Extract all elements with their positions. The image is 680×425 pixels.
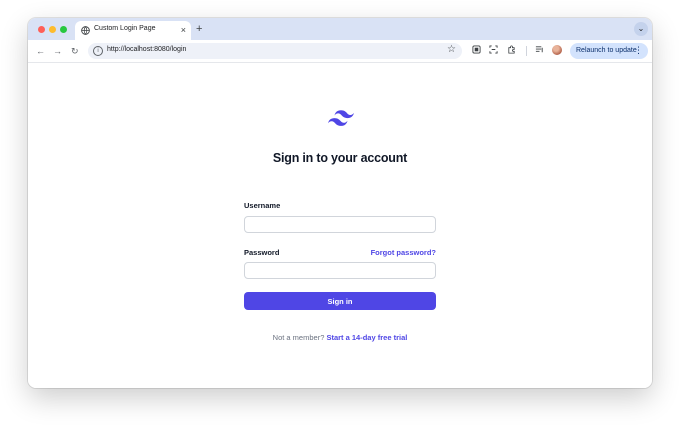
sign-in-button[interactable]: Sign in	[244, 292, 436, 310]
username-label: Username	[244, 201, 281, 210]
bookmark-star-icon[interactable]: ☆	[447, 44, 456, 55]
screenshot-icon[interactable]	[489, 45, 498, 54]
member-text: Not a member?	[272, 333, 325, 342]
toolbar-separator	[526, 46, 527, 56]
browser-toolbar: ← → ↻ i http://localhost:8080/login ☆ Re…	[28, 40, 652, 63]
forgot-password-link[interactable]: Forgot password?	[371, 248, 436, 257]
tab-close-icon[interactable]: ×	[181, 24, 186, 36]
forward-arrow-icon[interactable]: →	[53, 45, 62, 57]
tab-search-button[interactable]: ⌄	[634, 22, 648, 36]
signup-prompt: Not a member? Start a 14-day free trial	[28, 333, 652, 342]
reload-icon[interactable]: ↻	[71, 45, 79, 57]
close-window-button[interactable]	[38, 26, 45, 33]
browser-tab[interactable]: Custom Login Page ×	[75, 21, 191, 40]
username-input[interactable]	[244, 216, 436, 233]
new-tab-button[interactable]: +	[196, 22, 202, 36]
info-icon[interactable]: i	[93, 46, 103, 56]
title-bar: Custom Login Page × + ⌄	[28, 18, 652, 40]
maximize-window-button[interactable]	[60, 26, 67, 33]
address-bar[interactable]: i http://localhost:8080/login ☆	[88, 43, 462, 59]
relaunch-label: Relaunch to update	[576, 47, 637, 54]
free-trial-link[interactable]: Start a 14-day free trial	[326, 333, 407, 342]
tab-title: Custom Login Page	[94, 25, 156, 32]
page-title: Sign in to your account	[272, 151, 408, 165]
globe-icon	[81, 26, 90, 35]
reading-list-icon[interactable]	[535, 45, 544, 54]
more-menu-icon[interactable]: ⋮	[634, 45, 643, 56]
profile-avatar[interactable]	[552, 45, 562, 55]
password-label: Password	[244, 248, 280, 257]
tailwind-logo-icon	[328, 110, 354, 126]
relaunch-button[interactable]: Relaunch to update ⋮	[570, 43, 648, 59]
browser-window: Custom Login Page × + ⌄ ← → ↻ i http://l…	[28, 18, 652, 388]
password-input[interactable]	[244, 262, 436, 279]
url-text[interactable]: http://localhost:8080/login	[107, 46, 186, 53]
page-content: Sign in to your account Username Passwor…	[28, 63, 652, 388]
minimize-window-button[interactable]	[49, 26, 56, 33]
extensions-puzzle-icon[interactable]	[507, 45, 516, 54]
back-arrow-icon[interactable]: ←	[36, 45, 45, 57]
extension-badge-icon[interactable]	[472, 45, 481, 54]
